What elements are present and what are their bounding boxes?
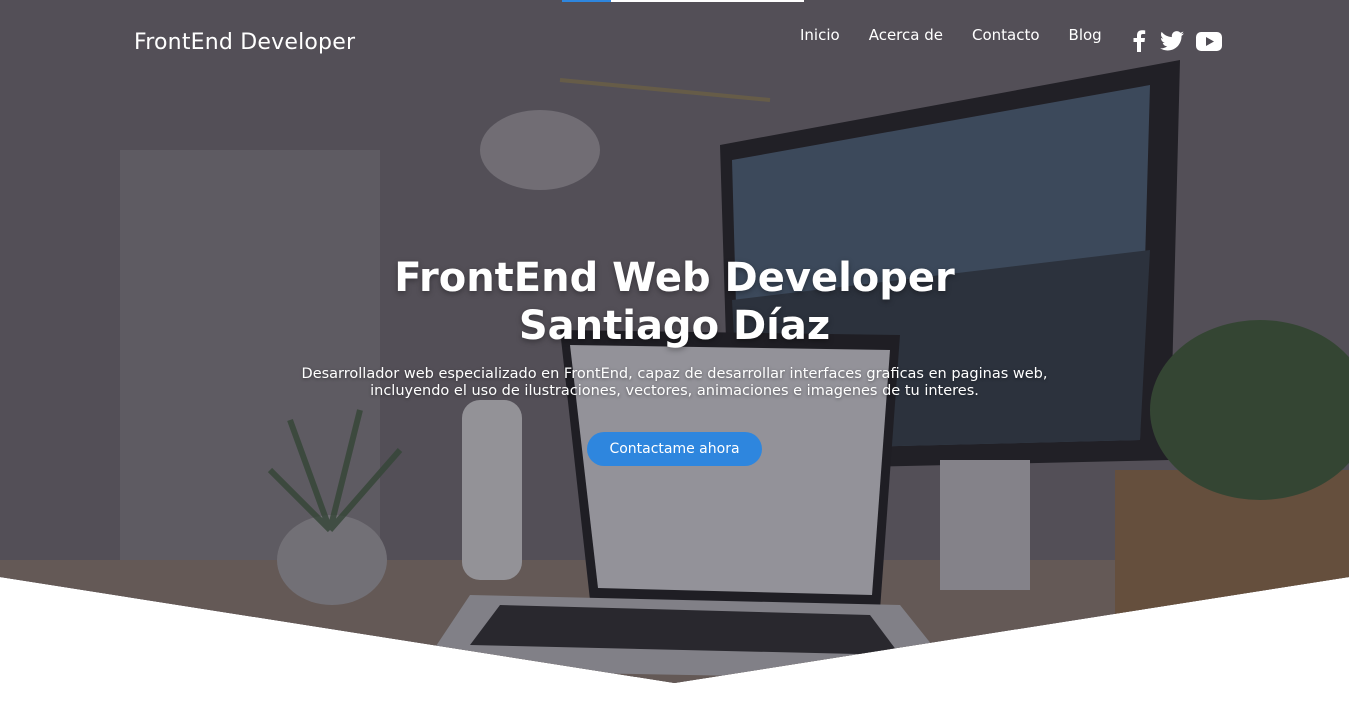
facebook-icon[interactable]: [1130, 30, 1148, 56]
youtube-icon[interactable]: [1196, 31, 1222, 55]
main-nav: Inicio Acerca de Contacto Blog: [800, 26, 1102, 44]
hero-title-line2: Santiago Díaz: [518, 303, 831, 349]
hero-description: Desarrollador web especializado en Front…: [301, 366, 1048, 399]
nav-item-blog[interactable]: Blog: [1069, 26, 1102, 44]
top-scroll-indicator: [562, 0, 804, 2]
twitter-icon[interactable]: [1160, 31, 1184, 55]
contact-cta-button[interactable]: Contactame ahora: [587, 432, 762, 466]
nav-item-contacto[interactable]: Contacto: [972, 26, 1040, 44]
hero-overlay: [0, 0, 1349, 683]
hero-section: [0, 0, 1349, 683]
social-links: [1130, 30, 1222, 56]
nav-item-inicio[interactable]: Inicio: [800, 26, 840, 44]
nav-item-acerca-de[interactable]: Acerca de: [869, 26, 943, 44]
brand-logo[interactable]: FrontEnd Developer: [134, 30, 355, 55]
hero-title: FrontEnd Web Developer Santiago Díaz: [0, 254, 1349, 350]
hero-title-line1: FrontEnd Web Developer: [394, 255, 955, 301]
